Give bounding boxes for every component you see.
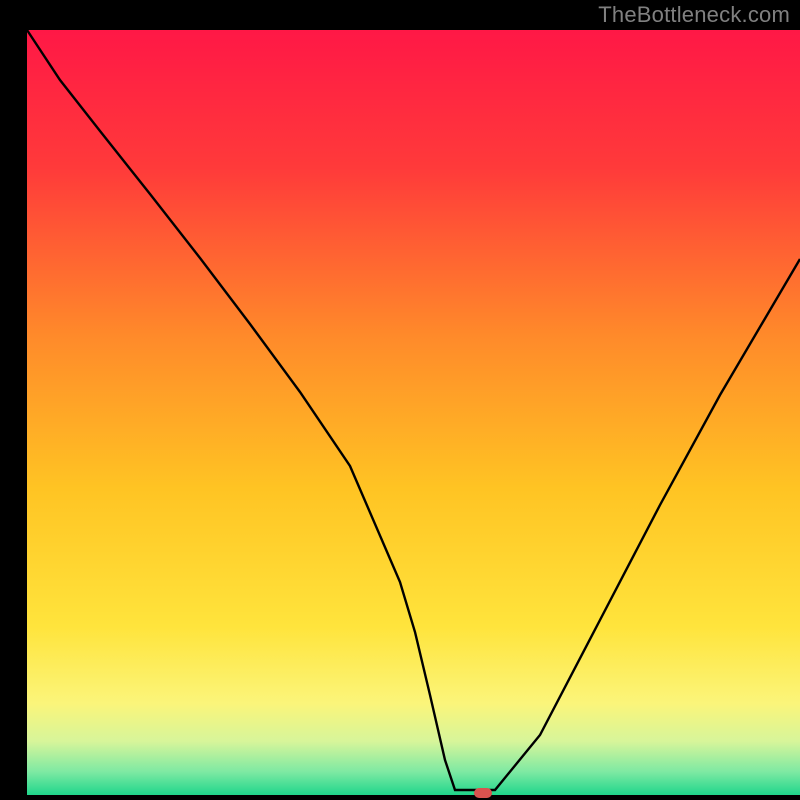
chart-container: TheBottleneck.com	[0, 0, 800, 800]
gradient-background	[27, 30, 800, 795]
bottleneck-chart	[0, 0, 800, 800]
optimal-marker	[474, 788, 492, 798]
watermark-text: TheBottleneck.com	[598, 2, 790, 28]
